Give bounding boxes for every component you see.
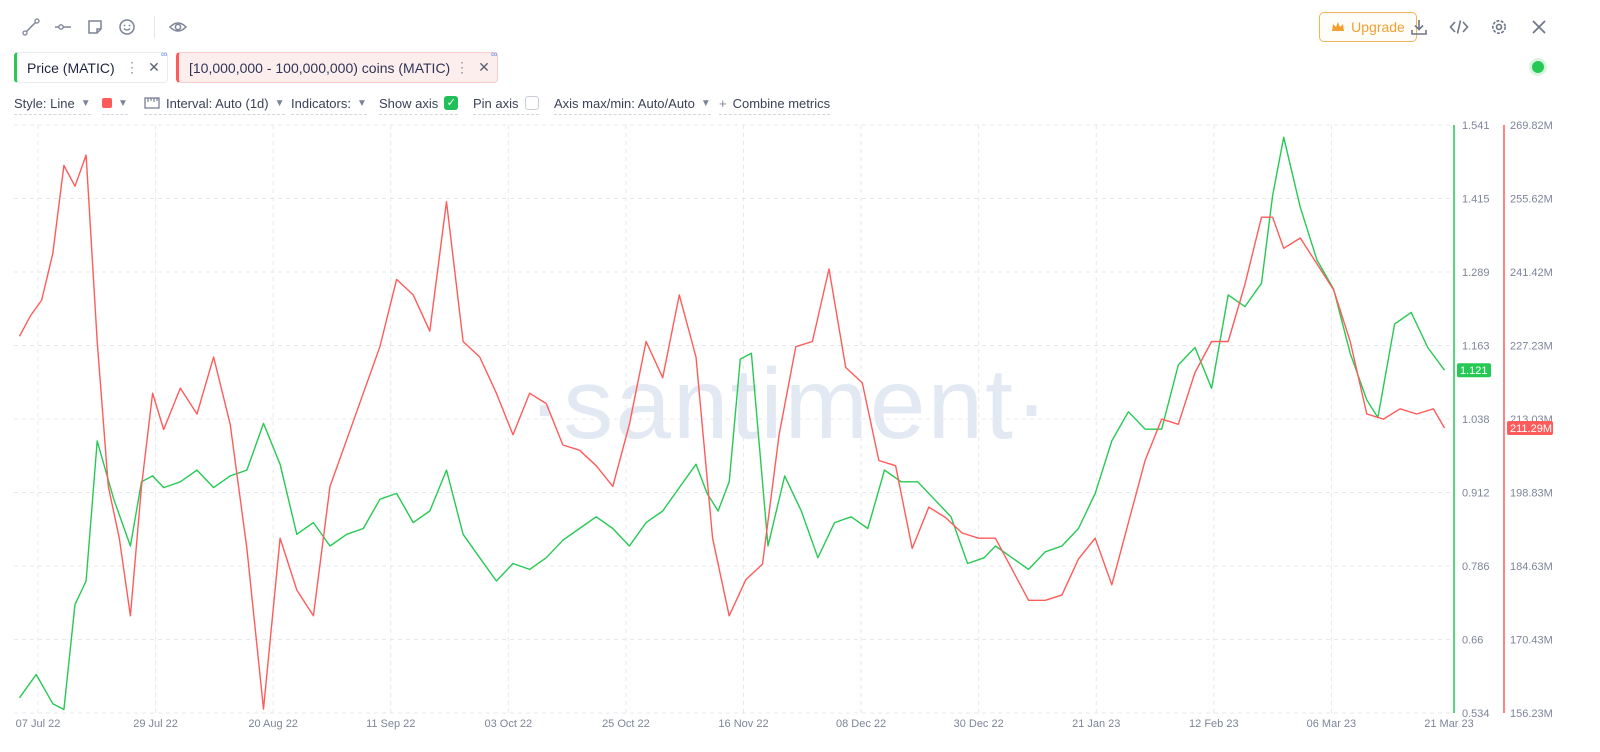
indicators-label: Indicators:	[291, 95, 351, 111]
combine-label: Combine metrics	[732, 95, 831, 111]
x-tick: 21 Mar 23	[1424, 718, 1474, 730]
style-label: Style: Line	[14, 95, 75, 111]
metric-label: [10,000,000 - 100,000,000) coins (MATIC)	[189, 59, 451, 76]
y-tick-price: 0.912	[1462, 488, 1490, 500]
note-icon[interactable]	[82, 14, 108, 40]
pin-axis-toggle[interactable]: Pin axis	[473, 92, 539, 115]
remove-metric-icon[interactable]: ✕	[471, 59, 497, 76]
x-tick: 06 Mar 23	[1307, 718, 1357, 730]
style-dropdown[interactable]: Style: Line ▼	[14, 92, 91, 115]
y-tick-coins: 227.23M	[1510, 341, 1553, 353]
y-tick-price: 1.163	[1462, 341, 1490, 353]
chevron-down-icon: ▼	[80, 97, 91, 109]
y-tick-coins: 156.23M	[1510, 708, 1553, 720]
y-tick-price: 0.786	[1462, 561, 1490, 573]
y-tick-coins: 198.83M	[1510, 488, 1553, 500]
close-icon[interactable]	[1526, 14, 1552, 40]
x-tick: 21 Jan 23	[1072, 718, 1120, 730]
y-tick-coins: 269.82M	[1510, 120, 1553, 132]
x-tick: 29 Jul 22	[133, 718, 178, 730]
color-swatch	[102, 98, 112, 108]
eye-icon[interactable]	[165, 14, 191, 40]
x-tick: 03 Oct 22	[484, 718, 532, 730]
y-tick-coins: 241.42M	[1510, 267, 1553, 279]
y-tick-price: 1.541	[1462, 120, 1490, 132]
pin-axis-checkbox[interactable]	[524, 96, 539, 110]
coins-last-value: 211.29M	[1510, 423, 1552, 435]
more-options-icon[interactable]: ⋮	[123, 59, 141, 76]
more-options-icon[interactable]: ⋮	[453, 59, 471, 76]
live-status-dot	[1532, 61, 1544, 73]
axis-maxmin-dropdown[interactable]: Axis max/min: Auto/Auto ▼	[554, 92, 711, 115]
chevron-down-icon: ▼	[356, 97, 367, 109]
plus-icon: +	[719, 95, 727, 111]
interval-dropdown[interactable]: Interval: Auto (1d) ▼	[144, 92, 285, 115]
pin-axis-label: Pin axis	[473, 95, 519, 111]
chart-canvas[interactable]: ·santiment· 1.541 269.82M 1.415 255.62M 1.28…	[0, 118, 1600, 752]
top-toolbar: Upgrade	[0, 0, 1600, 52]
metric-chip-price[interactable]: Price (MATIC) ⋮ ✕ ∞	[14, 49, 168, 83]
show-axis-checkbox[interactable]: ✓	[444, 96, 459, 110]
link-icon: ∞	[491, 49, 498, 59]
show-axis-label: Show axis	[379, 95, 439, 111]
upgrade-button[interactable]: Upgrade	[1319, 12, 1417, 42]
y-tick-price: 1.415	[1462, 194, 1490, 206]
y-tick-coins: 184.63M	[1510, 561, 1553, 573]
link-icon: ∞	[161, 49, 168, 59]
x-tick: 12 Feb 23	[1189, 718, 1239, 730]
combine-metrics-button[interactable]: + Combine metrics	[719, 92, 831, 115]
ruler-icon	[144, 97, 160, 109]
chevron-down-icon: ▼	[118, 97, 128, 109]
emoji-icon[interactable]	[114, 14, 140, 40]
chevron-down-icon: ▼	[274, 97, 285, 109]
toolbar-divider	[154, 16, 155, 38]
x-tick: 25 Oct 22	[602, 718, 650, 730]
draw-line-icon[interactable]	[18, 14, 44, 40]
metric-chip-coins[interactable]: [10,000,000 - 100,000,000) coins (MATIC)…	[176, 49, 498, 83]
embed-code-icon[interactable]	[1446, 14, 1472, 40]
metric-label: Price (MATIC)	[27, 59, 115, 76]
price-last-value: 1.121	[1460, 365, 1488, 377]
y-tick-price: 1.289	[1462, 267, 1490, 279]
x-tick: 20 Aug 22	[248, 718, 298, 730]
show-axis-toggle[interactable]: Show axis ✓	[379, 92, 459, 115]
watermark: ·santiment·	[528, 348, 1050, 460]
y-tick-price: 1.038	[1462, 414, 1490, 426]
indicators-dropdown[interactable]: Indicators: ▼	[291, 92, 367, 115]
y-tick-coins: 255.62M	[1510, 194, 1553, 206]
x-tick: 08 Dec 22	[836, 718, 886, 730]
download-icon[interactable]	[1406, 14, 1432, 40]
y-tick-price: 0.66	[1462, 635, 1483, 647]
settings-gear-icon[interactable]	[1486, 14, 1512, 40]
color-picker[interactable]: ▼	[102, 92, 128, 115]
y-tick-coins: 170.43M	[1510, 635, 1553, 647]
crown-icon	[1332, 22, 1345, 31]
chevron-down-icon: ▼	[700, 97, 711, 109]
upgrade-label: Upgrade	[1351, 19, 1405, 35]
x-tick: 30 Dec 22	[954, 718, 1004, 730]
horizontal-ray-icon[interactable]	[50, 14, 76, 40]
axis-maxmin-label: Axis max/min: Auto/Auto	[554, 95, 695, 111]
x-tick: 16 Nov 22	[718, 718, 768, 730]
x-tick: 11 Sep 22	[366, 718, 415, 730]
interval-label: Interval: Auto (1d)	[166, 95, 269, 111]
remove-metric-icon[interactable]: ✕	[141, 59, 167, 76]
x-tick: 07 Jul 22	[16, 718, 61, 730]
